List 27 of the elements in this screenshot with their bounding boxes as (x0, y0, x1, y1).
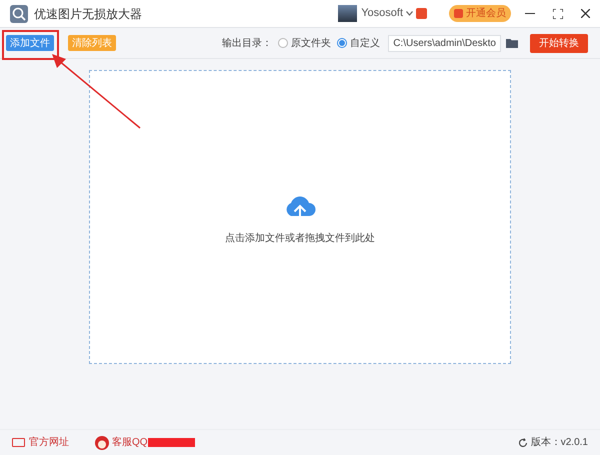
version-label: 版本：v2.0.1 (530, 436, 588, 450)
drop-hint: 点击添加文件或者拖拽文件到此处 (225, 232, 375, 246)
chevron-down-icon[interactable] (406, 11, 413, 16)
magnifier-logo-icon (10, 4, 28, 22)
window-title: 优速图片无损放大器 (34, 6, 142, 22)
minimize-icon[interactable] (525, 12, 535, 14)
radio-button[interactable] (337, 38, 348, 48)
support-avatar-icon (95, 436, 109, 450)
website-link[interactable]: 官方网址 (29, 435, 69, 450)
radio-label: 原文件夹 (291, 36, 332, 50)
maximize-icon[interactable] (553, 8, 563, 18)
start-convert-button[interactable]: 开始转换 (530, 34, 588, 52)
refresh-icon[interactable] (518, 438, 528, 448)
vip-button[interactable]: 开通会员 (449, 5, 511, 22)
add-file-button[interactable]: 添加文件 (6, 35, 54, 51)
folder-icon[interactable] (506, 38, 518, 48)
website-icon (12, 438, 25, 447)
output-label: 输出目录： (222, 36, 272, 50)
drop-zone[interactable]: 点击添加文件或者拖拽文件到此处 (89, 70, 511, 364)
user-name[interactable]: Yososoft (361, 5, 403, 22)
radio-label: 自定义 (350, 36, 380, 50)
radio-button[interactable] (278, 38, 288, 48)
path-field[interactable]: C:\Users\admin\Deskto (388, 34, 501, 52)
close-icon[interactable] (581, 9, 590, 18)
user-avatar (338, 5, 358, 22)
redaction-bar (148, 438, 195, 447)
support-link[interactable]: 客服QQ (112, 435, 148, 450)
